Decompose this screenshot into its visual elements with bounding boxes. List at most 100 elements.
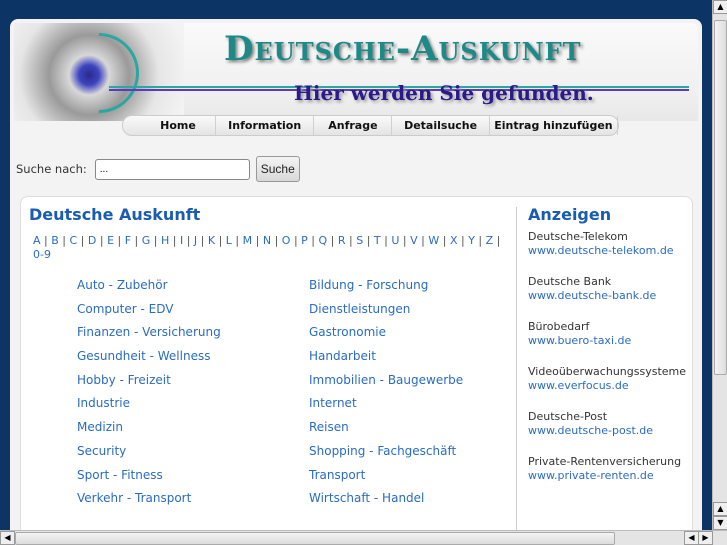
ad-item: Deutsche Bank www.deutsche-bank.de: [528, 275, 693, 303]
ad-name: Bürobedarf: [528, 320, 590, 333]
ads-sidebar: Anzeigen Deutsche-Telekom www.deutsche-te…: [528, 205, 693, 500]
ad-link[interactable]: www.everfocus.de: [528, 379, 693, 393]
ad-link[interactable]: www.deutsche-bank.de: [528, 289, 693, 303]
separator: |: [58, 234, 70, 247]
alphabet-link[interactable]: E: [107, 234, 114, 247]
horizontal-scrollbar[interactable]: ◀ ◀ ▶: [0, 530, 727, 545]
category-link[interactable]: Sport - Fitness: [77, 468, 309, 484]
separator: |: [439, 234, 450, 247]
separator: |: [345, 234, 357, 247]
nav-detailsuche[interactable]: Detailsuche: [392, 116, 490, 135]
main-nav: Home Information Anfrage Detailsuche Ein…: [122, 115, 619, 136]
ad-name: Videoüberwachungssysteme: [528, 365, 687, 378]
alphabet-link[interactable]: P: [301, 234, 308, 247]
separator: |: [380, 234, 392, 247]
category-link[interactable]: Hobby - Freizeit: [77, 373, 309, 389]
alphabet-link[interactable]: 0-9: [33, 248, 51, 261]
category-link[interactable]: Security: [77, 444, 309, 460]
vertical-scrollbar[interactable]: ▲ ▲ ▼: [712, 0, 727, 530]
scroll-up-icon[interactable]: ▲: [713, 0, 727, 14]
separator: |: [197, 234, 208, 247]
search-button[interactable]: Suche: [255, 156, 300, 182]
category-link[interactable]: Shopping - Fachgeschäft: [309, 444, 509, 460]
alphabet-link[interactable]: Q: [319, 234, 328, 247]
alphabet-link[interactable]: Y: [468, 234, 475, 247]
search-input[interactable]: [94, 158, 250, 180]
ad-item: Bürobedarf www.buero-taxi.de: [528, 320, 693, 348]
category-link[interactable]: Medizin: [77, 420, 309, 436]
scroll-left-icon[interactable]: ◀: [0, 531, 15, 545]
category-link[interactable]: Internet: [309, 396, 509, 412]
nav-anfrage[interactable]: Anfrage: [314, 116, 393, 135]
category-link[interactable]: Finanzen - Versicherung: [77, 325, 309, 341]
ads-title: Anzeigen: [528, 205, 612, 224]
separator: |: [363, 234, 374, 247]
ad-item: Deutsche-Telekom www.deutsche-telekom.de: [528, 230, 693, 258]
category-link[interactable]: Transport: [309, 468, 509, 484]
alphabet-link[interactable]: K: [208, 234, 215, 247]
separator: |: [399, 234, 411, 247]
ad-item: Videoüberwachungssysteme www.everfocus.de: [528, 365, 693, 393]
eye-image: [14, 19, 184, 130]
category-link[interactable]: Bildung - Forschung: [309, 278, 509, 294]
category-link[interactable]: Wirtschaft - Handel: [309, 491, 509, 507]
separator: |: [96, 234, 108, 247]
separator: |: [417, 234, 429, 247]
category-link[interactable]: Gesundheit - Wellness: [77, 349, 309, 365]
separator: |: [327, 234, 338, 247]
category-list: Auto - Zubehör Bildung - Forschung Compute…: [77, 278, 527, 507]
nav-eintrag-hinzufuegen[interactable]: Eintrag hinzufügen: [490, 116, 618, 135]
alphabet-index: A | B | C | D | E | F | G | H | I | J | …: [33, 234, 513, 262]
alphabet-link[interactable]: M: [243, 234, 253, 247]
category-link[interactable]: Reisen: [309, 420, 509, 436]
slogan: Hier werden Sie gefunden.: [294, 81, 594, 105]
ad-name: Deutsche-Telekom: [528, 230, 628, 243]
alphabet-link[interactable]: V: [410, 234, 418, 247]
separator: |: [474, 234, 486, 247]
separator: |: [307, 234, 319, 247]
ad-link[interactable]: www.deutsche-post.de: [528, 424, 693, 438]
site-logo[interactable]: Deutsche-Auskunft: [224, 29, 582, 69]
separator: |: [40, 234, 52, 247]
ad-name: Deutsche Bank: [528, 275, 612, 288]
alphabet-link[interactable]: X: [450, 234, 458, 247]
scroll-up-icon[interactable]: ▲: [713, 502, 727, 516]
alphabet-link[interactable]: B: [51, 234, 59, 247]
separator: |: [77, 234, 88, 247]
horizontal-scroll-thumb[interactable]: [15, 532, 615, 545]
separator: |: [493, 234, 501, 247]
category-link[interactable]: Industrie: [77, 396, 309, 412]
category-link[interactable]: Immobilien - Baugewerbe: [309, 373, 509, 389]
category-link[interactable]: Gastronomie: [309, 325, 509, 341]
separator: |: [114, 234, 125, 247]
search-label: Suche nach:: [16, 162, 87, 176]
separator: |: [169, 234, 180, 247]
section-title: Deutsche Auskunft: [29, 205, 201, 224]
nav-information[interactable]: Information: [216, 116, 315, 135]
category-link[interactable]: Computer - EDV: [77, 302, 309, 318]
separator: |: [290, 234, 302, 247]
alphabet-link[interactable]: G: [142, 234, 151, 247]
scroll-right-icon[interactable]: ▶: [698, 531, 713, 545]
ad-link[interactable]: www.private-renten.de: [528, 469, 693, 483]
scroll-down-icon[interactable]: ▼: [713, 516, 727, 530]
header-banner: Deutsche-Auskunft Hier werden Sie gefund…: [14, 19, 698, 130]
scroll-left-icon[interactable]: ◀: [684, 531, 699, 545]
content-box: Deutsche Auskunft A | B | C | D | E | F …: [20, 196, 693, 545]
alphabet-link[interactable]: R: [338, 234, 346, 247]
vertical-scroll-thumb[interactable]: [714, 20, 727, 375]
ad-link[interactable]: www.buero-taxi.de: [528, 334, 693, 348]
ad-link[interactable]: www.deutsche-telekom.de: [528, 244, 693, 258]
alphabet-link[interactable]: A: [33, 234, 41, 247]
nav-home[interactable]: Home: [141, 116, 216, 135]
ad-name: Private-Rentenversicherung: [528, 455, 682, 468]
alphabet-link[interactable]: T: [374, 234, 381, 247]
search-form: Suche nach: Suche: [16, 156, 300, 182]
alphabet-link[interactable]: W: [428, 234, 439, 247]
alphabet-link[interactable]: N: [263, 234, 271, 247]
category-link[interactable]: Verkehr - Transport: [77, 491, 309, 507]
category-link[interactable]: Dienstleistungen: [309, 302, 509, 318]
separator: |: [252, 234, 263, 247]
category-link[interactable]: Auto - Zubehör: [77, 278, 309, 294]
category-link[interactable]: Handarbeit: [309, 349, 509, 365]
